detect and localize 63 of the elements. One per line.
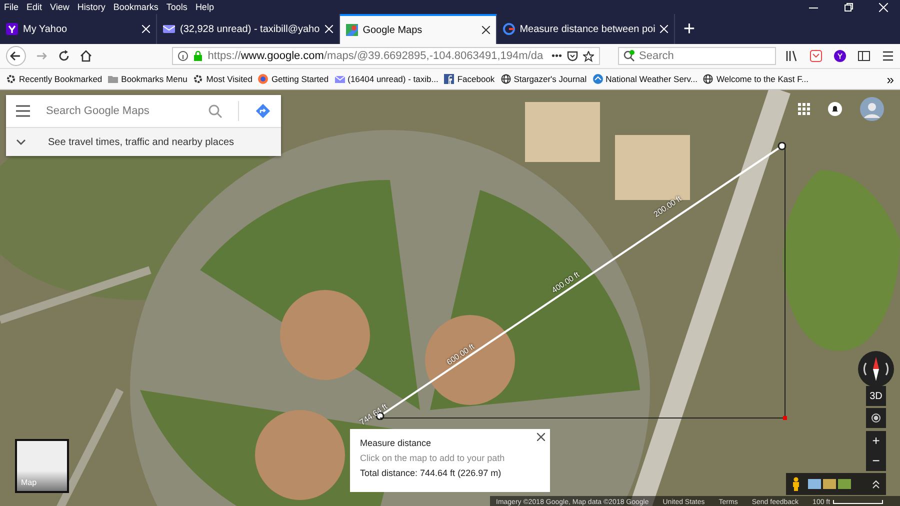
back-icon[interactable] <box>6 46 26 66</box>
bookmark-link[interactable]: Welcome to the Kast F... <box>716 74 808 84</box>
menu-item[interactable]: Bookmarks <box>113 0 158 14</box>
zoom-button[interactable]: + <box>866 431 886 451</box>
menu-icon[interactable] <box>16 105 30 117</box>
restore-icon[interactable] <box>844 2 853 12</box>
my-location-button[interactable] <box>866 408 886 428</box>
star-icon[interactable] <box>583 50 594 62</box>
bookmark-link[interactable]: National Weather Serv... <box>606 74 698 84</box>
notification-icon[interactable] <box>828 102 842 116</box>
browser-tab[interactable]: Google Maps <box>340 14 497 44</box>
measure-hint: Click on the map to add to your path <box>360 453 506 463</box>
search-field[interactable]: Search <box>618 47 776 65</box>
avatar-icon[interactable] <box>860 97 884 121</box>
library-icon[interactable] <box>786 50 798 62</box>
bookmark-link[interactable]: Getting Started <box>271 74 329 84</box>
tilt-button[interactable]: 3D <box>866 386 886 406</box>
imagery-thumbnails-icon[interactable] <box>808 479 852 489</box>
pocket-icon[interactable] <box>567 50 578 62</box>
bookmark-link[interactable]: Recently Bookmarked <box>19 74 102 84</box>
bookmarks-overflow-button[interactable]: » <box>886 72 894 86</box>
menu-item[interactable]: Tools <box>166 0 188 14</box>
bookmark-link[interactable]: Bookmarks Menu <box>121 74 188 84</box>
new-tab-button[interactable]: + <box>675 14 704 44</box>
address-bar[interactable]: https://www.google.com/maps/@39.6692895,-104.8063491,194m/da ••• <box>172 47 600 65</box>
reload-icon[interactable] <box>58 50 70 62</box>
chevron-up-icon[interactable] <box>872 480 880 488</box>
scale-bar <box>833 500 884 504</box>
facebook-icon <box>444 74 454 84</box>
bookmark-link[interactable]: Most Visited <box>206 74 252 84</box>
total-distance: Total distance: 744.64 ft (226.97 m) <box>360 468 502 478</box>
close-icon[interactable] <box>537 433 545 441</box>
folder-icon <box>108 74 118 84</box>
yahoo-icon[interactable] <box>834 50 846 62</box>
apps-grid-icon[interactable] <box>798 103 810 115</box>
zoom-button[interactable]: − <box>866 451 886 471</box>
map-pin-icon <box>346 24 358 36</box>
person-icon[interactable] <box>792 477 800 491</box>
bookmark-link[interactable]: Facebook <box>457 74 495 84</box>
envelope-icon <box>334 74 345 84</box>
more-actions-button[interactable]: ••• <box>552 50 562 62</box>
chevron-down-icon[interactable] <box>16 139 26 145</box>
bookmark-link[interactable]: (16404 unread) - taxib... <box>348 74 438 84</box>
search-icon[interactable] <box>208 104 222 118</box>
menu-item[interactable]: File <box>4 0 19 14</box>
menu-item[interactable]: Help <box>195 0 214 14</box>
menu-item[interactable]: History <box>77 0 106 14</box>
location-icon <box>871 413 881 423</box>
menu-item[interactable]: View <box>50 0 70 14</box>
bookmark-link[interactable]: Stargazer's Journal <box>514 74 587 84</box>
close-icon[interactable] <box>482 26 490 34</box>
lock-icon <box>192 51 203 61</box>
envelope-icon <box>163 23 175 35</box>
compass-icon[interactable] <box>858 351 894 387</box>
google-icon <box>502 23 515 35</box>
measure-title: Measure distance <box>360 438 432 448</box>
yahoo-icon <box>6 23 18 35</box>
menu-item[interactable]: Edit <box>26 0 42 14</box>
search-icon <box>623 50 636 62</box>
info-icon <box>178 51 188 61</box>
sidebar-icon[interactable] <box>858 50 870 62</box>
menu-icon[interactable] <box>882 50 894 62</box>
home-icon[interactable] <box>80 50 92 62</box>
